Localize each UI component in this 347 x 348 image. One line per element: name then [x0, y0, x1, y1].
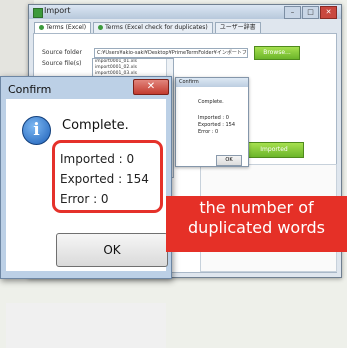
tab-label: Terms (Excel): [46, 24, 87, 31]
callout-line-1: the number of: [199, 198, 314, 217]
source-folder-field[interactable]: C:¥Users¥akio-saki¥Desktop¥PrimeTermFold…: [94, 48, 248, 58]
callout-text: the number of duplicated words: [166, 198, 347, 238]
title-bar: Import – □ ✕: [29, 5, 341, 19]
complete-text-small: Complete.: [198, 99, 224, 105]
confirm-dialog-background: Confirm Complete. Imported : 0 Exported …: [175, 77, 249, 167]
tab-label: ユーザー辞書: [219, 24, 256, 31]
browse-button[interactable]: Browse...: [254, 46, 300, 60]
dialog-footer: [6, 303, 166, 348]
window-title: Import: [44, 6, 71, 15]
dialog-title: Confirm: [8, 83, 52, 96]
tab-label: Terms (Excel check for duplicates): [105, 24, 208, 31]
info-icon: i: [22, 116, 51, 145]
close-icon: ✕: [146, 81, 156, 92]
tab-user-dictionary[interactable]: ユーザー辞書: [214, 22, 261, 33]
highlight-box: [52, 140, 163, 213]
tab-bar: Terms (Excel) Terms (Excel check for dup…: [34, 22, 263, 33]
tab-terms-excel-duplicates[interactable]: Terms (Excel check for duplicates): [93, 22, 213, 33]
close-button[interactable]: ✕: [320, 6, 337, 19]
window-controls: – □ ✕: [284, 6, 337, 19]
ok-button[interactable]: OK: [56, 233, 168, 267]
source-files-label: Source file(s): [42, 60, 82, 67]
confirm-body-small: Complete. Imported : 0 Exported : 154 Er…: [176, 87, 248, 166]
exported-text-small: Exported : 154: [198, 122, 236, 128]
source-folder-label: Source folder: [42, 49, 82, 56]
dialog-close-button[interactable]: ✕: [133, 79, 169, 95]
confirm-title-small: Confirm: [176, 78, 248, 87]
complete-message: Complete.: [62, 118, 129, 133]
app-icon: [33, 8, 43, 18]
maximize-button[interactable]: □: [302, 6, 319, 19]
callout-line-2: duplicated words: [188, 218, 325, 237]
ok-button-small[interactable]: OK: [216, 155, 242, 166]
minimize-button[interactable]: –: [284, 6, 301, 19]
tab-terms-excel[interactable]: Terms (Excel): [34, 22, 92, 33]
import-button[interactable]: Imported: [244, 142, 304, 158]
excel-icon: [98, 25, 104, 30]
excel-icon: [39, 25, 44, 30]
imported-text-small: Imported : 0: [198, 115, 229, 121]
error-text-small: Error : 0: [198, 129, 219, 135]
